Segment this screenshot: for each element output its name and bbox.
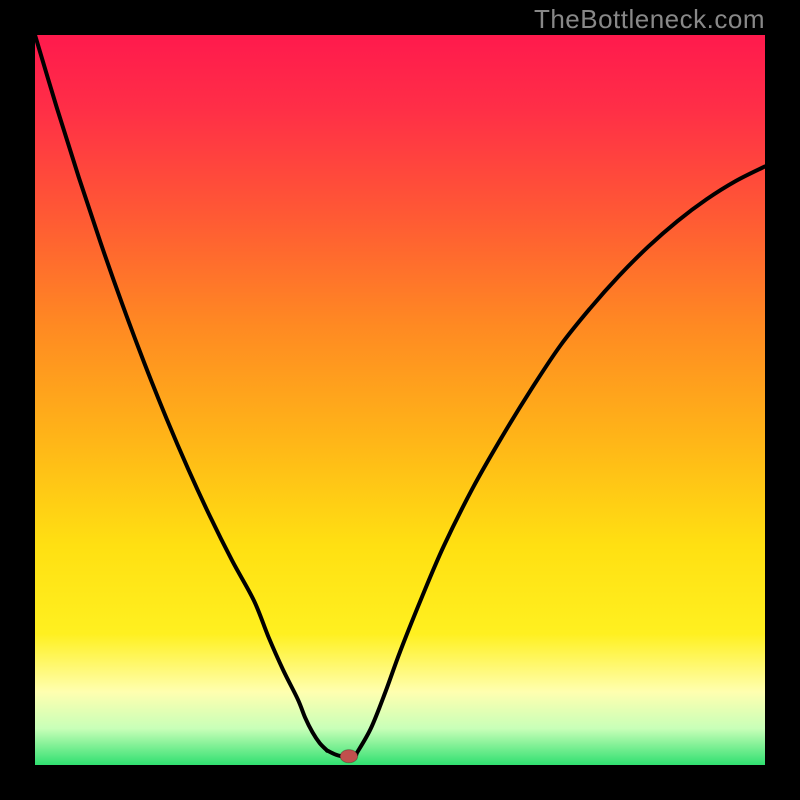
watermark-text: TheBottleneck.com (534, 4, 765, 35)
outer-frame: TheBottleneck.com (0, 0, 800, 800)
plot-area (35, 35, 765, 765)
minimum-marker (340, 750, 358, 763)
bottleneck-chart (35, 35, 765, 765)
